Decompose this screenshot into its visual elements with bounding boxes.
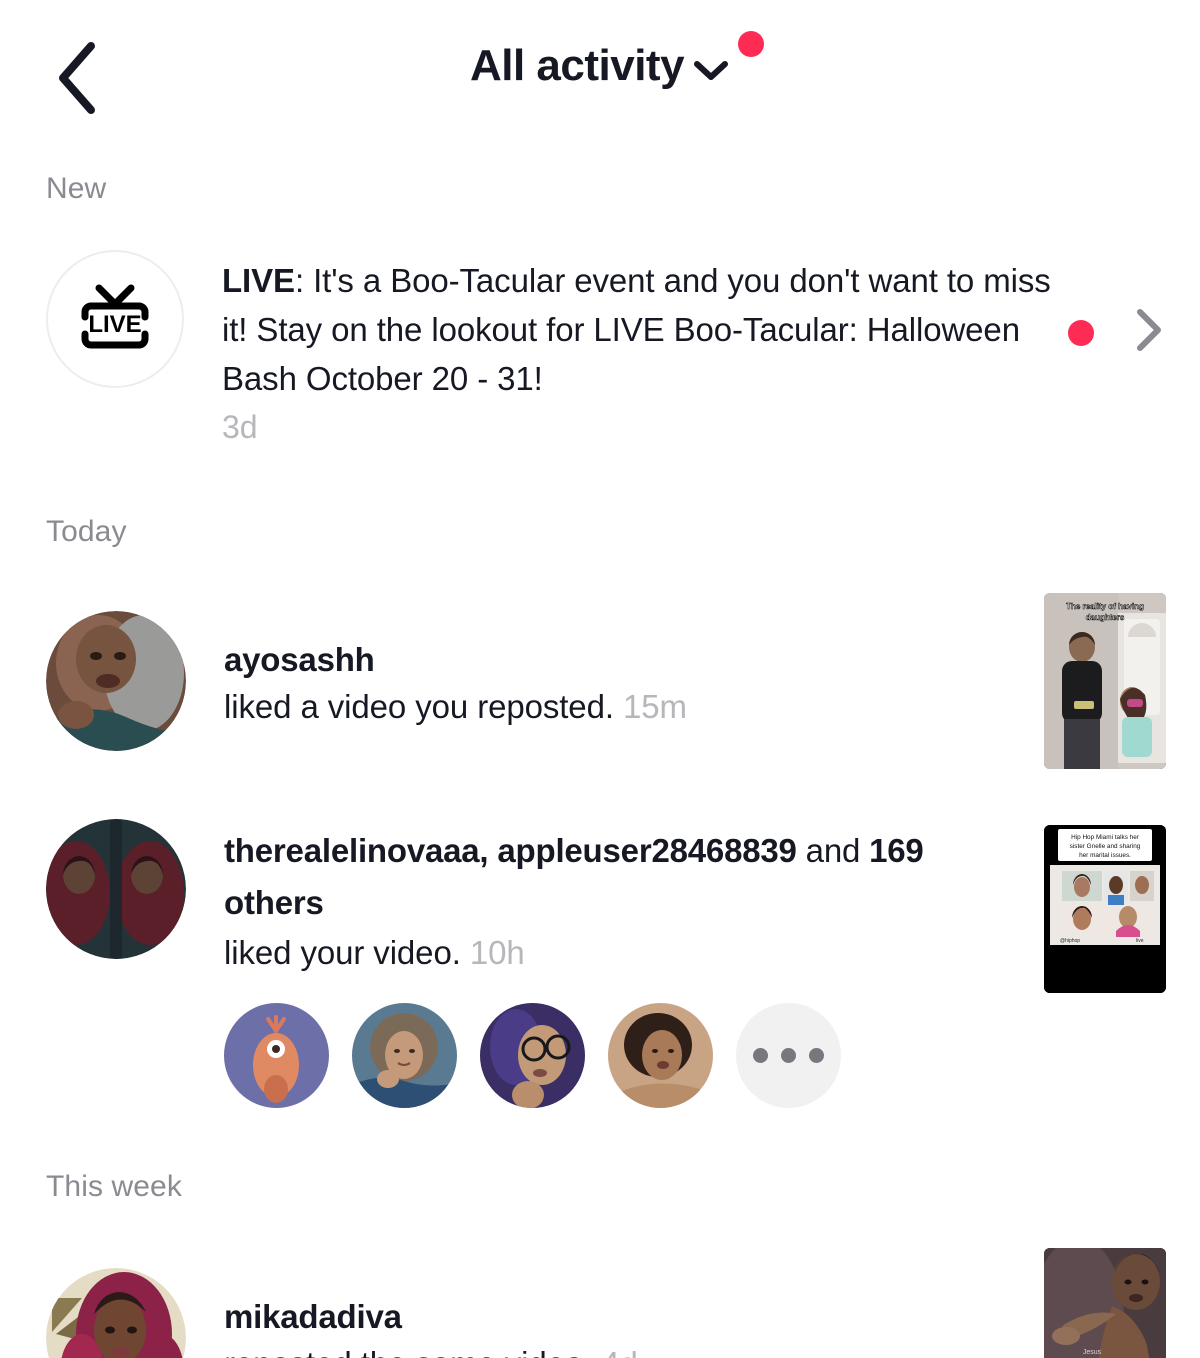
notification-row-mikadadiva[interactable]: mikadadiva reposted the same video. 4d [0, 1248, 1200, 1358]
section-label-today: Today [46, 515, 127, 548]
live-message-rest: : It's a Boo-Tacular event and you don't… [222, 262, 1051, 397]
timestamp: 10h [469, 934, 525, 971]
live-message: LIVE: It's a Boo-Tacular event and you d… [222, 256, 1056, 403]
liker-avatar-stack [224, 1003, 1032, 1108]
action-text: liked a video you reposted. 15m [224, 683, 1032, 731]
dot-icon [809, 1048, 824, 1063]
action-label: reposted the same video. [224, 1345, 592, 1358]
avatar-glasses-blue[interactable] [480, 1003, 585, 1108]
svg-text:sister Gnelle and sharing: sister Gnelle and sharing [1070, 843, 1141, 850]
header-title-dropdown[interactable]: All activity [0, 44, 1200, 88]
avatar[interactable] [46, 1268, 186, 1358]
row-body: therealelinovaaa, appleuser28468839 and … [186, 819, 1032, 1108]
svg-text:Hip Hop Miami talks her: Hip Hop Miami talks her [1071, 834, 1140, 841]
timestamp: 4d [601, 1345, 638, 1358]
section-label-this-week: This week [46, 1170, 182, 1203]
live-tv-icon: LIVE [77, 282, 153, 357]
section-this-week: This week mikadadiva Jesus [0, 1170, 1200, 1358]
usernames-primary: therealelinovaaa, appleuser28468839 [224, 832, 797, 869]
row-right: The reality of having daughters [1032, 593, 1166, 769]
live-timestamp: 3d [222, 409, 258, 445]
avatar[interactable] [46, 611, 186, 751]
row-body: mikadadiva reposted the same video. 4d [186, 1288, 1032, 1358]
row-body: ayosashh liked a video you reposted. 15m [186, 631, 1032, 731]
svg-text:LIVE: LIVE [88, 311, 141, 338]
action-label: liked a video you reposted. [224, 688, 614, 725]
video-thumbnail[interactable]: The reality of having daughters [1044, 593, 1166, 769]
username[interactable]: ayosashh [224, 637, 1032, 683]
section-today: Today ayosashh liked a video you reposte… [0, 515, 1200, 1108]
avatar-cartoon-bird[interactable] [224, 1003, 329, 1108]
avatar[interactable] [46, 819, 186, 959]
notification-row-ayosashh[interactable]: ayosashh liked a video you reposted. 15m [0, 593, 1200, 769]
svg-text:The reality of having: The reality of having [1066, 602, 1144, 611]
username[interactable]: mikadadiva [224, 1294, 1032, 1340]
usernames[interactable]: therealelinovaaa, appleuser28468839 and … [224, 825, 1032, 929]
section-new: New LIVE LIVE: It's a Boo-Tacular event … [0, 172, 1200, 449]
app-header: All activity [0, 0, 1200, 140]
avatar-curly-hair[interactable] [352, 1003, 457, 1108]
live-message-bold: LIVE [222, 262, 295, 299]
conjunction: and [796, 832, 870, 869]
live-unread-dot [1068, 319, 1094, 346]
page-title: All activity [469, 41, 685, 90]
svg-text:her marital issues.: her marital issues. [1079, 852, 1131, 859]
svg-text:daughters: daughters [1086, 613, 1125, 622]
dot-icon [781, 1048, 796, 1063]
dot-icon [753, 1048, 768, 1063]
notification-row-live[interactable]: LIVE LIVE: It's a Boo-Tacular event and … [0, 250, 1200, 449]
header-unread-badge [738, 31, 764, 57]
action-label: liked your video. [224, 934, 461, 971]
section-label-new: New [46, 172, 107, 205]
action-text: reposted the same video. 4d [224, 1340, 1032, 1358]
live-avatar[interactable]: LIVE [46, 250, 184, 388]
action-text: liked your video. 10h [224, 929, 1032, 977]
live-row-right [1056, 306, 1166, 359]
live-row-body: LIVE: It's a Boo-Tacular event and you d… [184, 250, 1056, 449]
avatar-curls-tan[interactable] [608, 1003, 713, 1108]
video-thumbnail[interactable]: Hip Hop Miami talks her sister Gnelle an… [1044, 825, 1166, 993]
timestamp: 15m [622, 688, 687, 725]
svg-text:@hiphop: @hiphop [1060, 938, 1080, 944]
row-right: Jesus [1032, 1248, 1166, 1358]
notification-row-group-like[interactable]: therealelinovaaa, appleuser28468839 and … [0, 819, 1200, 1108]
svg-text:Jesus: Jesus [1083, 1349, 1102, 1356]
chevron-down-icon[interactable] [692, 58, 730, 82]
activity-screen: All activity New LIVE LIVE: It's a Boo-T… [0, 0, 1200, 1358]
chevron-right-icon[interactable] [1130, 306, 1166, 359]
svg-text:live: live [1136, 938, 1144, 944]
more-likers-button[interactable] [736, 1003, 841, 1108]
video-thumbnail[interactable]: Jesus [1044, 1248, 1166, 1358]
row-right: Hip Hop Miami talks her sister Gnelle an… [1032, 825, 1166, 993]
